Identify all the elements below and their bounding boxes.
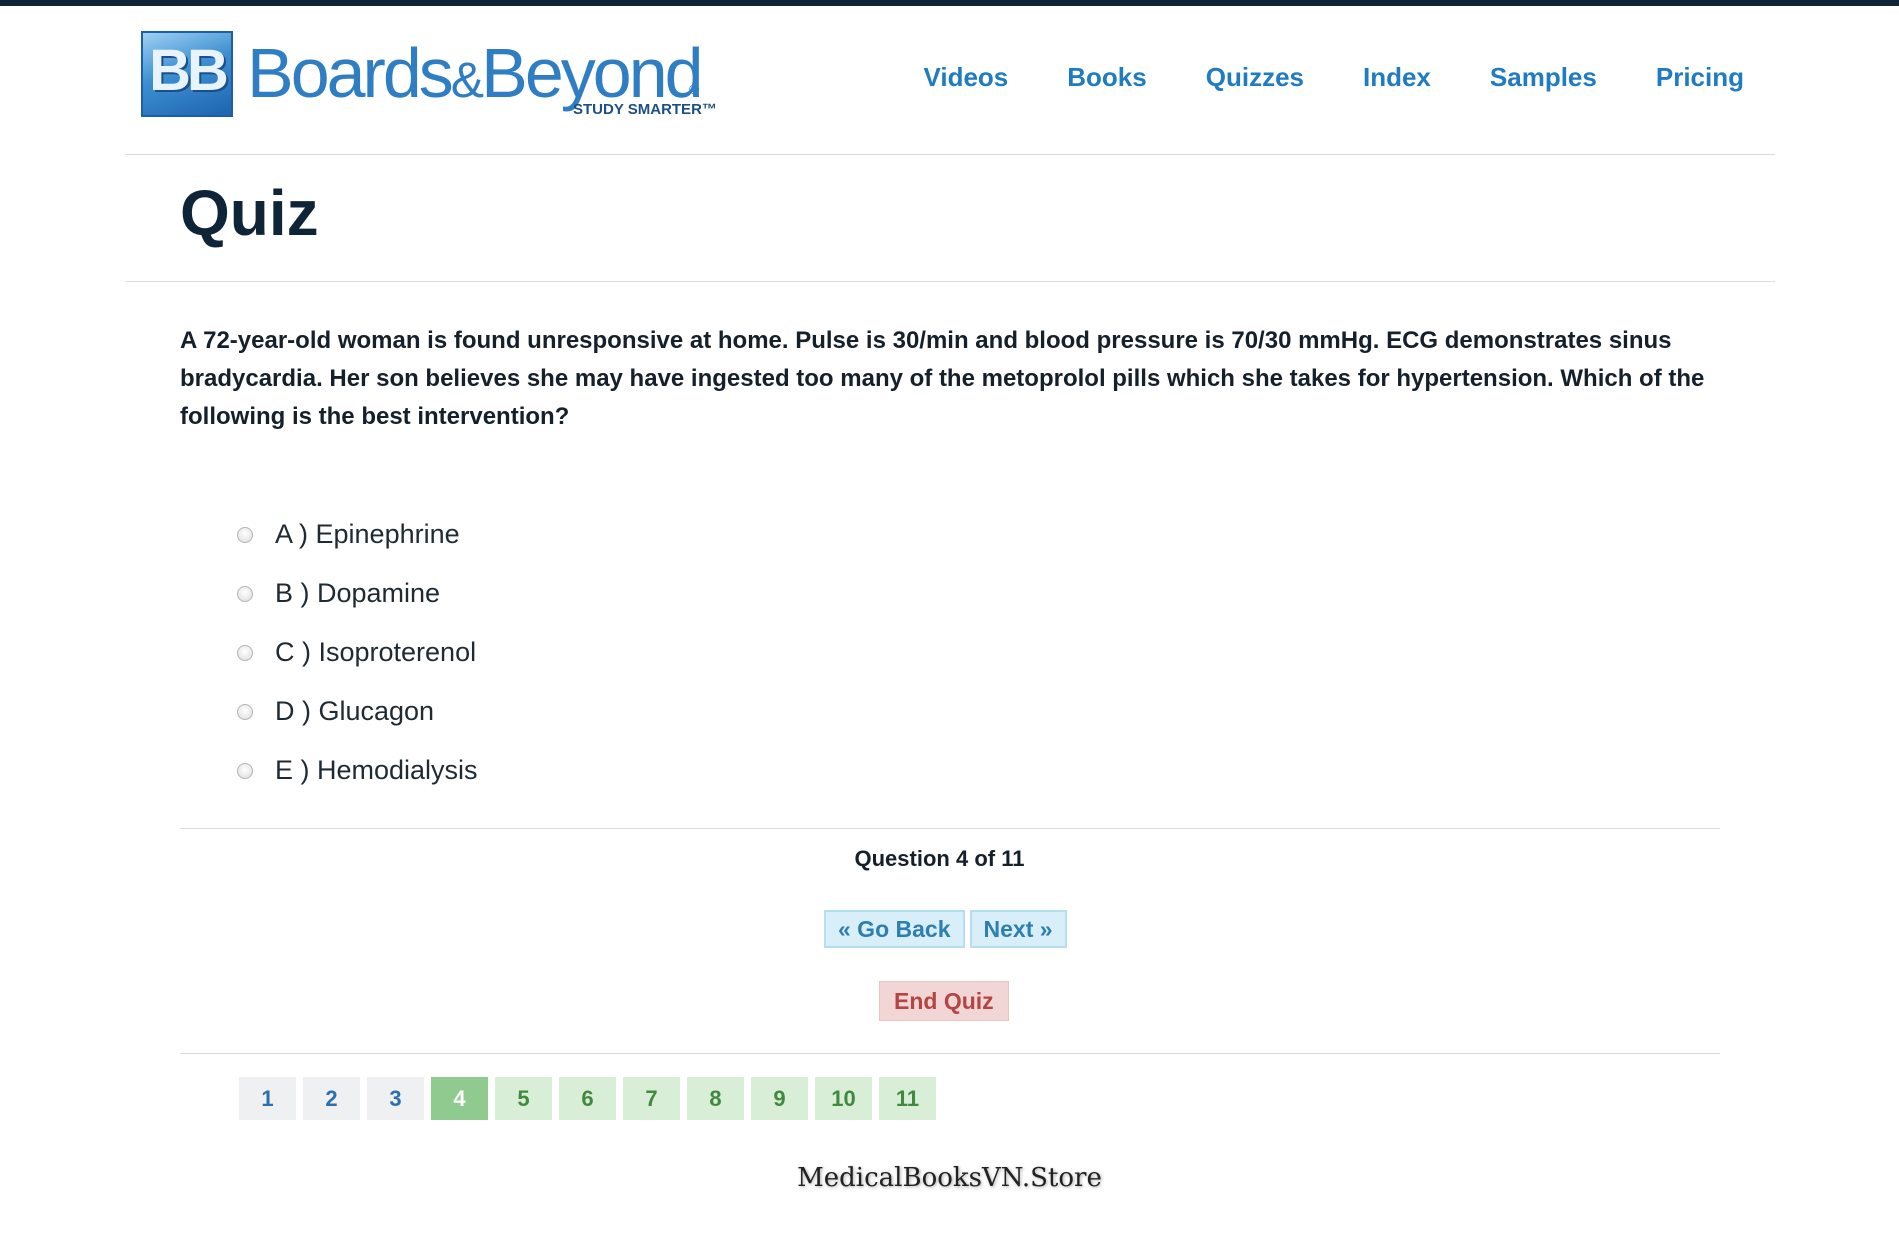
boards-and-beyond-logo[interactable]: BB Boards&Beyond ® STUDY SMARTER™ xyxy=(141,31,717,121)
question-divider-top xyxy=(180,828,1720,829)
pager-question-1[interactable]: 1 xyxy=(239,1077,296,1120)
pager-question-11[interactable]: 11 xyxy=(879,1077,936,1120)
nav-pricing[interactable]: Pricing xyxy=(1656,62,1744,93)
pager-question-8[interactable]: 8 xyxy=(687,1077,744,1120)
radio-button[interactable] xyxy=(237,703,253,720)
question-divider-bottom xyxy=(180,1053,1720,1054)
answer-option-e[interactable]: E ) Hemodialysis xyxy=(237,741,478,800)
pager-question-4[interactable]: 4 xyxy=(431,1077,488,1120)
answer-option-c[interactable]: C ) Isoproterenol xyxy=(237,623,478,682)
pager-question-9[interactable]: 9 xyxy=(751,1077,808,1120)
answer-label: B ) Dopamine xyxy=(275,578,441,608)
pager-question-7[interactable]: 7 xyxy=(623,1077,680,1120)
pager-question-2[interactable]: 2 xyxy=(303,1077,360,1120)
page-title: Quiz xyxy=(180,177,319,249)
answer-label: D ) Glucagon xyxy=(275,696,435,726)
answer-option-b[interactable]: B ) Dopamine xyxy=(237,564,478,623)
top-bar xyxy=(0,0,1899,6)
answer-label: E ) Hemodialysis xyxy=(275,755,478,785)
pager-question-6[interactable]: 6 xyxy=(559,1077,616,1120)
pager-question-5[interactable]: 5 xyxy=(495,1077,552,1120)
pager-question-3[interactable]: 3 xyxy=(367,1077,424,1120)
question-progress: Question 4 of 11 xyxy=(854,846,1025,871)
next-button[interactable]: Next » xyxy=(969,910,1067,948)
radio-button[interactable] xyxy=(237,526,253,543)
answer-label: C ) Isoproterenol xyxy=(275,637,477,667)
nav-books[interactable]: Books xyxy=(1067,62,1146,93)
header-divider xyxy=(125,154,1775,155)
nav-videos[interactable]: Videos xyxy=(923,62,1008,93)
logo-mark-icon: BB xyxy=(141,31,233,117)
logo-registered-mark: ® xyxy=(689,81,700,97)
radio-button[interactable] xyxy=(237,585,253,602)
nav-index[interactable]: Index xyxy=(1363,62,1431,93)
main-nav: Videos Books Quizzes Index Samples Prici… xyxy=(923,62,1744,93)
radio-button[interactable] xyxy=(237,762,253,779)
nav-samples[interactable]: Samples xyxy=(1490,62,1597,93)
pager-question-10[interactable]: 10 xyxy=(815,1077,872,1120)
answer-label: A ) Epinephrine xyxy=(275,519,460,549)
title-divider xyxy=(125,281,1775,282)
question-text: A 72-year-old woman is found unresponsiv… xyxy=(180,327,1705,430)
logo-tagline: STUDY SMARTER™ xyxy=(573,101,717,118)
answer-option-a[interactable]: A ) Epinephrine xyxy=(237,505,478,564)
go-back-button[interactable]: « Go Back xyxy=(824,910,965,948)
quiz-navigation: « Go Back Next » xyxy=(824,910,1067,948)
radio-button[interactable] xyxy=(237,644,253,661)
answer-option-d[interactable]: D ) Glucagon xyxy=(237,682,478,741)
answer-list: A ) Epinephrine B ) Dopamine C ) Isoprot… xyxy=(237,505,478,800)
nav-quizzes[interactable]: Quizzes xyxy=(1206,62,1304,93)
end-quiz-button[interactable]: End Quiz xyxy=(879,981,1009,1021)
watermark-text: MedicalBooksVN.Store xyxy=(797,1163,1102,1193)
question-pager: 1 2 3 4 5 6 7 8 9 10 11 xyxy=(239,1077,936,1120)
